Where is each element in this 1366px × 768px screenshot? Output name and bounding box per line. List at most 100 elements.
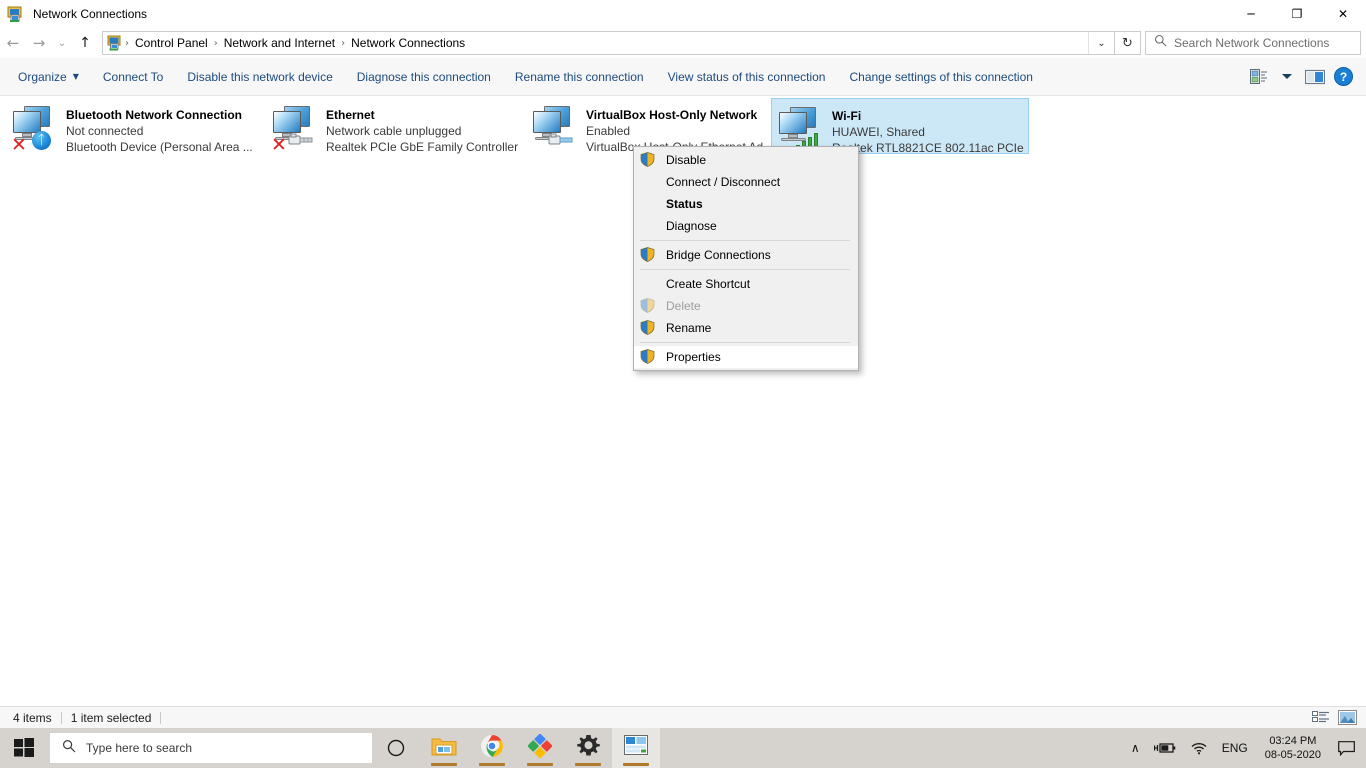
disable-network-device-button[interactable]: Disable this network device: [175, 62, 344, 92]
taskbar-app-network-connections[interactable]: [612, 728, 660, 768]
action-center-icon[interactable]: [1331, 728, 1362, 768]
connect-to-button[interactable]: Connect To: [91, 62, 176, 92]
diagnose-connection-button[interactable]: Diagnose this connection: [345, 62, 503, 92]
taskbar-app-google-drive[interactable]: [516, 728, 564, 768]
context-menu-item-rename[interactable]: Rename: [634, 317, 858, 339]
taskbar: Type here to search ∧ ENG 03:24 PM 08-05…: [0, 728, 1366, 768]
disabled-x-icon: ✕: [11, 134, 27, 156]
up-button[interactable]: ↑: [72, 30, 98, 56]
taskbar-search-input[interactable]: Type here to search: [50, 733, 372, 763]
context-menu-item-properties[interactable]: Properties: [634, 346, 858, 368]
taskbar-app-file-explorer[interactable]: [420, 728, 468, 768]
connection-item-ethernet[interactable]: ✕ Ethernet Network cable unplugged Realt…: [266, 98, 524, 156]
system-tray: ∧ ENG 03:24 PM 08-05-2020: [1124, 728, 1366, 768]
title-bar: Network Connections ─ ❐ ✕: [0, 0, 1366, 28]
status-bar: 4 items 1 item selected: [0, 706, 1366, 728]
address-bar-row: ← → ⌄ ↑ › Control Panel › Network and In…: [0, 28, 1366, 58]
context-menu-item-status[interactable]: Status: [634, 193, 858, 215]
taskbar-search-placeholder: Type here to search: [86, 741, 193, 755]
tray-overflow-icon[interactable]: ∧: [1124, 728, 1147, 768]
layout-options-icon[interactable]: [1246, 64, 1272, 90]
bluetooth-icon: ᛏ: [32, 131, 51, 150]
uac-shield-icon: [640, 247, 656, 263]
context-menu-item-connect-disconnect[interactable]: Connect / Disconnect: [634, 171, 858, 193]
connections-list: ✕ ᛏ Bluetooth Network Connection Not con…: [0, 96, 1366, 706]
large-icons-view-icon[interactable]: [1336, 709, 1358, 727]
breadcrumb-item-control-panel[interactable]: Control Panel: [131, 32, 212, 54]
taskbar-app-chrome[interactable]: [468, 728, 516, 768]
context-menu-item-disable[interactable]: Disable: [634, 149, 858, 171]
breadcrumb-item-network-connections[interactable]: Network Connections: [347, 32, 469, 54]
context-menu-label: Properties: [666, 350, 721, 364]
context-menu-item-diagnose[interactable]: Diagnose: [634, 215, 858, 237]
context-menu-label: Rename: [666, 321, 712, 335]
connection-status: Not connected: [66, 124, 144, 138]
organize-button[interactable]: Organize ▼: [6, 62, 91, 92]
wifi-icon[interactable]: [1183, 728, 1215, 768]
window-title: Network Connections: [33, 7, 148, 21]
connection-status: Network cable unplugged: [326, 124, 462, 138]
selection-count-label: 1 item selected: [70, 710, 152, 725]
connection-device: Realtek PCIe GbE Family Controller: [326, 140, 519, 154]
menu-icon-placeholder: [640, 218, 656, 234]
rename-connection-button[interactable]: Rename this connection: [503, 62, 656, 92]
taskbar-clock[interactable]: 03:24 PM 08-05-2020: [1255, 728, 1331, 768]
preview-pane-icon[interactable]: [1302, 64, 1328, 90]
layout-dropdown-caret[interactable]: [1274, 64, 1300, 90]
chevron-down-icon: ▼: [72, 72, 79, 81]
network-connections-icon: [7, 6, 24, 23]
connection-device: Realtek RTL8821CE 802.11ac PCIe ...: [832, 141, 1024, 155]
uac-shield-icon: [640, 320, 656, 336]
menu-icon-placeholder: [640, 276, 656, 292]
context-menu-label: Status: [666, 197, 703, 211]
breadcrumb-item-network-and-internet[interactable]: Network and Internet: [220, 32, 339, 54]
details-view-icon[interactable]: [1310, 709, 1332, 727]
view-status-button[interactable]: View status of this connection: [656, 62, 838, 92]
connection-status: HUAWEI, Shared: [832, 125, 925, 139]
file-explorer-icon: [431, 735, 457, 762]
ethernet-cable-icon: [548, 133, 575, 148]
minimize-button[interactable]: ─: [1228, 0, 1274, 28]
close-button[interactable]: ✕: [1320, 0, 1366, 28]
windows-start-icon[interactable]: [0, 728, 48, 768]
context-menu-separator: [640, 240, 850, 241]
context-menu-label: Create Shortcut: [666, 277, 751, 291]
item-count-label: 4 items: [13, 710, 52, 725]
address-dropdown-icon[interactable]: ⌄: [1088, 32, 1114, 54]
back-button[interactable]: ←: [0, 30, 26, 56]
recent-locations-button[interactable]: ⌄: [52, 30, 72, 56]
maximize-restore-button[interactable]: ❐: [1274, 0, 1320, 28]
ethernet-cable-icon: [288, 133, 315, 148]
context-menu-label: Bridge Connections: [666, 248, 771, 262]
context-menu-label: Diagnose: [666, 219, 717, 233]
context-menu-label: Disable: [666, 153, 707, 167]
status-divider: [160, 711, 162, 724]
help-icon[interactable]: ?: [1330, 64, 1356, 90]
cortana-circle-icon[interactable]: [372, 728, 420, 768]
context-menu-separator: [640, 269, 850, 270]
command-bar-right-tools: ?: [1246, 64, 1366, 90]
search-input[interactable]: Search Network Connections: [1145, 31, 1361, 55]
taskbar-app-settings[interactable]: [564, 728, 612, 768]
menu-icon-placeholder: [640, 196, 656, 212]
network-adapter-icon: ✕ ᛏ: [10, 104, 60, 156]
language-indicator[interactable]: ENG: [1215, 728, 1255, 768]
refresh-button[interactable]: ↻: [1115, 31, 1141, 55]
connection-name: Bluetooth Network Connection: [66, 108, 242, 122]
disabled-x-icon: ✕: [271, 134, 287, 156]
forward-button[interactable]: →: [26, 30, 52, 56]
connection-item-bluetooth[interactable]: ✕ ᛏ Bluetooth Network Connection Not con…: [6, 98, 264, 156]
battery-charging-icon[interactable]: [1147, 728, 1183, 768]
breadcrumb-folder-icon: [107, 35, 123, 51]
uac-shield-icon: [640, 349, 656, 365]
context-menu-separator: [640, 342, 850, 343]
google-chrome-icon: [480, 734, 504, 763]
organize-label: Organize: [18, 69, 67, 84]
change-settings-button[interactable]: Change settings of this connection: [837, 62, 1044, 92]
menu-icon-placeholder: [640, 174, 656, 190]
context-menu-item-create-shortcut[interactable]: Create Shortcut: [634, 273, 858, 295]
settings-gear-icon: [576, 734, 600, 762]
context-menu-item-bridge-connections[interactable]: Bridge Connections: [634, 244, 858, 266]
command-bar: Organize ▼ Connect To Disable this netwo…: [0, 58, 1366, 96]
breadcrumb[interactable]: › Control Panel › Network and Internet ›…: [102, 31, 1115, 55]
